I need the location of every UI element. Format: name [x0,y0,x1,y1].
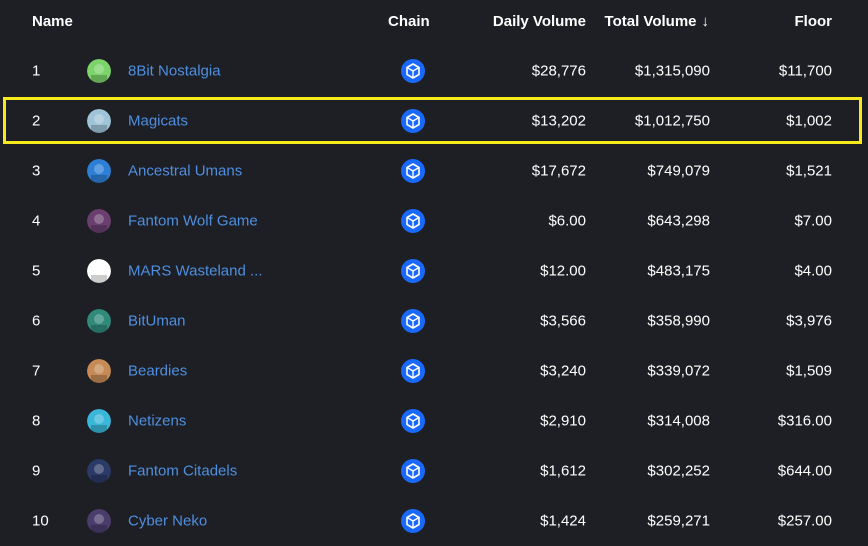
collection-avatar[interactable] [87,109,111,133]
floor-price-value: $3,976 [786,312,832,330]
collections-table: Name Chain Daily Volume Total Volume ↓ Fl… [0,0,868,546]
table-row[interactable]: 8 Netizens $2,910 $314,008 $316.00 [0,396,868,446]
floor-price-value: $1,002 [786,112,832,130]
column-header-name[interactable]: Name [32,13,73,30]
rank-number: 5 [32,262,41,280]
floor-price-value: $1,521 [786,162,832,180]
fantom-icon [401,159,425,183]
fantom-icon [401,509,425,533]
column-header-total-volume[interactable]: Total Volume ↓ [605,13,709,30]
collection-avatar[interactable] [87,159,111,183]
total-volume-value: $358,990 [647,312,710,330]
table-header: Name Chain Daily Volume Total Volume ↓ Fl… [0,0,868,46]
total-volume-value: $314,008 [647,412,710,430]
daily-volume-value: $2,910 [540,412,586,430]
daily-volume-value: $1,424 [540,512,586,530]
collection-avatar[interactable] [87,209,111,233]
floor-price-value: $1,509 [786,362,832,380]
collection-name-link[interactable]: Netizens [128,413,186,430]
collection-name-link[interactable]: Ancestral Umans [128,163,242,180]
rank-number: 8 [32,412,41,430]
fantom-icon [401,409,425,433]
collection-avatar[interactable] [87,459,111,483]
collection-name-link[interactable]: Magicats [128,113,188,130]
floor-price-value: $644.00 [777,462,832,480]
sort-down-icon: ↓ [701,13,710,30]
table-row[interactable]: 2 Magicats $13,202 $1,012,750 $1,002 [0,96,868,146]
column-header-floor[interactable]: Floor [795,13,833,30]
rank-number: 2 [32,112,41,130]
rank-number: 3 [32,162,41,180]
floor-price-value: $257.00 [777,512,832,530]
total-volume-value: $339,072 [647,362,710,380]
collection-name-link[interactable]: MARS Wasteland ... [128,263,263,280]
table-row[interactable]: 5 MARS Wasteland ... $12.00 $483,175 $4.00 [0,246,868,296]
collection-avatar[interactable] [87,59,111,83]
rank-number: 4 [32,212,41,230]
total-volume-value: $749,079 [647,162,710,180]
collection-avatar[interactable] [87,409,111,433]
daily-volume-value: $3,566 [540,312,586,330]
daily-volume-value: $1,612 [540,462,586,480]
table-row[interactable]: 10 Cyber Neko $1,424 $259,271 $257.00 [0,496,868,546]
total-volume-value: $259,271 [647,512,710,530]
fantom-icon [401,359,425,383]
total-volume-value: $1,012,750 [634,112,710,130]
table-row[interactable]: 9 Fantom Citadels $1,612 $302,252 $644.00 [0,446,868,496]
total-volume-label: Total Volume [604,13,697,30]
rank-number: 7 [32,362,41,380]
collection-name-link[interactable]: Fantom Citadels [128,463,237,480]
daily-volume-value: $6.00 [548,212,586,230]
collection-avatar[interactable] [87,309,111,333]
fantom-icon [401,109,425,133]
total-volume-value: $483,175 [647,262,710,280]
daily-volume-value: $17,672 [531,162,586,180]
column-header-chain[interactable]: Chain [388,13,430,30]
collection-name-link[interactable]: BitUman [128,313,186,330]
floor-price-value: $7.00 [794,212,832,230]
rank-number: 10 [32,512,49,530]
floor-price-value: $316.00 [777,412,832,430]
table-row[interactable]: 6 BitUman $3,566 $358,990 $3,976 [0,296,868,346]
collection-name-link[interactable]: Cyber Neko [128,513,207,530]
daily-volume-value: $3,240 [540,362,586,380]
daily-volume-value: $28,776 [531,62,586,80]
collection-name-link[interactable]: 8Bit Nostalgia [128,63,221,80]
table-row[interactable]: 3 Ancestral Umans $17,672 $749,079 $1,521 [0,146,868,196]
total-volume-value: $1,315,090 [634,62,710,80]
collection-avatar[interactable] [87,359,111,383]
fantom-icon [401,209,425,233]
rank-number: 6 [32,312,41,330]
table-row[interactable]: 7 Beardies $3,240 $339,072 $1,509 [0,346,868,396]
fantom-icon [401,309,425,333]
collection-name-link[interactable]: Fantom Wolf Game [128,213,258,230]
floor-price-value: $4.00 [794,262,832,280]
rank-number: 9 [32,462,41,480]
floor-price-value: $11,700 [778,62,832,80]
table-row[interactable]: 4 Fantom Wolf Game $6.00 $643,298 $7.00 [0,196,868,246]
collection-avatar[interactable] [87,259,111,283]
fantom-icon [401,459,425,483]
daily-volume-value: $13,202 [531,112,586,130]
fantom-icon [401,59,425,83]
collection-name-link[interactable]: Beardies [128,363,187,380]
total-volume-value: $302,252 [647,462,710,480]
daily-volume-value: $12.00 [540,262,586,280]
table-row[interactable]: 1 8Bit Nostalgia $28,776 $1,315,090 $11,700 [0,46,868,96]
rank-number: 1 [32,62,41,80]
column-header-daily-volume[interactable]: Daily Volume [493,13,586,30]
fantom-icon [401,259,425,283]
total-volume-value: $643,298 [647,212,710,230]
collection-avatar[interactable] [87,509,111,533]
